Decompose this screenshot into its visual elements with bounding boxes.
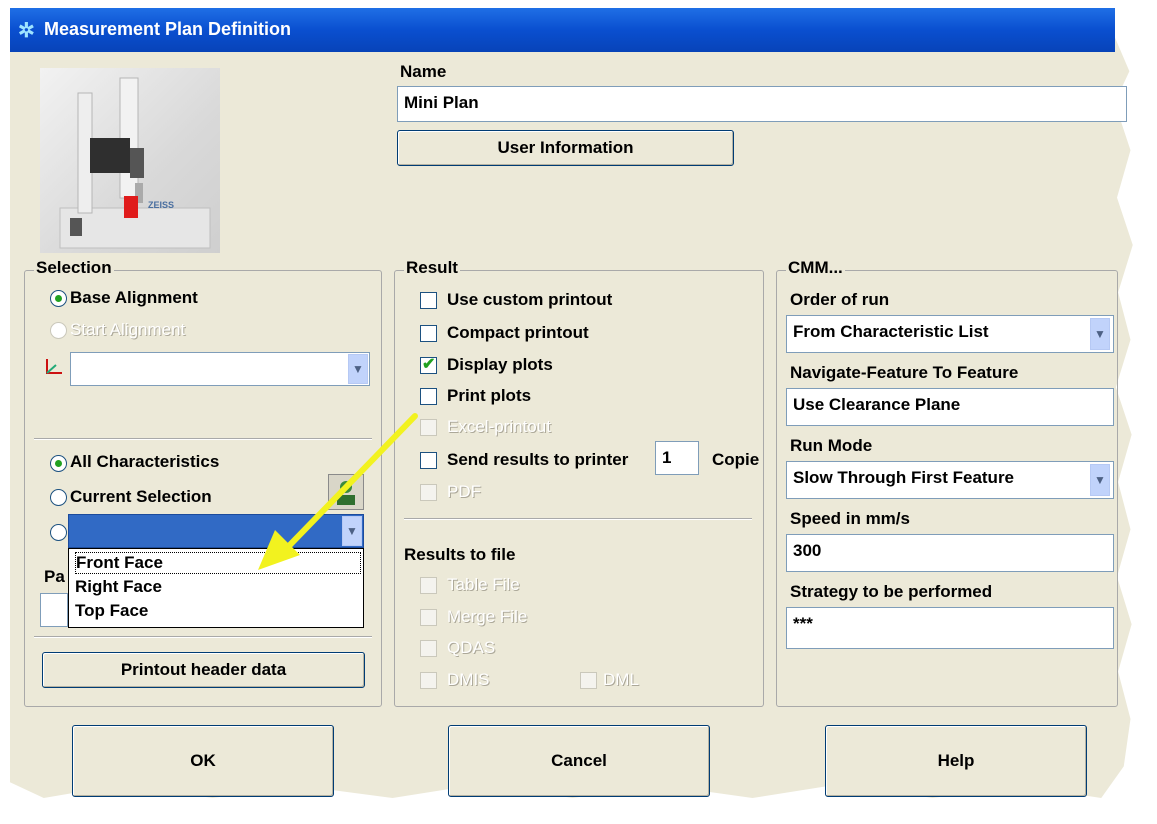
qdas-label: QDAS	[447, 638, 496, 657]
svg-text:ZEISS: ZEISS	[148, 200, 174, 210]
selection-divider	[34, 438, 372, 440]
copies-input[interactable]: 1	[655, 441, 699, 475]
name-input[interactable]: Mini Plan	[397, 86, 1127, 122]
dml-label: DML	[603, 670, 639, 689]
all-characteristics-radio[interactable]	[50, 455, 67, 472]
qdas-checkbox[interactable]	[420, 640, 437, 657]
display-plots-checkbox[interactable]: ✔	[420, 356, 437, 374]
use-custom-printout-checkbox[interactable]	[420, 292, 437, 309]
cmm-group-label: CMM...	[786, 258, 845, 278]
all-characteristics-label: All Characteristics	[70, 452, 220, 471]
pdf-checkbox[interactable]	[420, 484, 437, 501]
print-plots-label: Print plots	[447, 386, 532, 405]
order-of-run-select[interactable]: From Characteristic List	[786, 315, 1114, 353]
order-of-run-label: Order of run	[790, 290, 890, 309]
pdf-label: PDF	[447, 482, 481, 501]
chevron-down-icon[interactable]: ▼	[1090, 318, 1110, 350]
title-bar: ✲ Measurement Plan Definition	[10, 8, 1115, 52]
base-alignment-radio[interactable]	[50, 290, 67, 307]
merge-file-checkbox[interactable]	[420, 609, 437, 626]
selection-group-label: Selection	[34, 258, 114, 278]
send-results-checkbox[interactable]	[420, 452, 437, 469]
cancel-button[interactable]: Cancel	[448, 725, 710, 797]
coordinate-system-icon	[44, 356, 64, 376]
copies-label: Copie	[712, 450, 760, 469]
window-title: Measurement Plan Definition	[44, 19, 292, 39]
user-select-icon[interactable]	[328, 474, 364, 510]
help-button[interactable]: Help	[825, 725, 1087, 797]
compact-printout-checkbox[interactable]	[420, 325, 437, 342]
alignment-select[interactable]	[70, 352, 370, 386]
start-alignment-radio[interactable]	[50, 322, 67, 339]
run-mode-label: Run Mode	[790, 436, 873, 455]
ok-button[interactable]: OK	[72, 725, 334, 797]
result-group-label: Result	[404, 258, 460, 278]
print-plots-checkbox[interactable]	[420, 388, 437, 405]
table-file-label: Table File	[447, 575, 520, 594]
speed-input[interactable]: 300	[786, 534, 1114, 572]
navigate-label: Navigate-Feature To Feature	[790, 363, 1019, 382]
strategy-label: Strategy to be performed	[790, 582, 993, 601]
printout-header-data-button[interactable]: Printout header data	[42, 652, 365, 688]
app-icon: ✲	[18, 20, 35, 42]
display-plots-label: Display plots	[447, 355, 553, 374]
send-results-label: Send results to printer	[447, 450, 629, 469]
dropdown-option-right-face[interactable]: Right Face	[75, 577, 162, 597]
result-divider	[404, 518, 752, 520]
cmm-machine-image: ZEISS	[40, 68, 220, 253]
dropdown-list: Front Face Right Face Top Face	[68, 548, 364, 628]
partial-field[interactable]	[40, 593, 68, 627]
dml-checkbox[interactable]	[580, 672, 597, 689]
dropdown-option-top-face[interactable]: Top Face	[75, 601, 148, 621]
start-alignment-label: Start Alignment	[70, 320, 186, 339]
chevron-down-icon[interactable]: ▼	[342, 516, 362, 546]
dmis-label: DMIS	[447, 670, 490, 689]
chevron-down-icon[interactable]: ▼	[348, 354, 368, 384]
excel-printout-label: Excel-printout	[447, 417, 551, 436]
chevron-down-icon[interactable]: ▼	[1090, 464, 1110, 496]
dmis-checkbox[interactable]	[420, 672, 437, 689]
selection-divider-2	[34, 636, 372, 638]
dropdown-option-front-face[interactable]: Front Face	[75, 552, 361, 574]
excel-printout-checkbox[interactable]	[420, 419, 437, 436]
run-mode-select[interactable]: Slow Through First Feature	[786, 461, 1114, 499]
compact-printout-label: Compact printout	[447, 323, 589, 342]
name-label: Name	[400, 62, 447, 81]
speed-label: Speed in mm/s	[790, 509, 910, 528]
partial-label: Pa	[44, 567, 65, 586]
use-custom-printout-label: Use custom printout	[447, 290, 613, 309]
user-information-button[interactable]: User Information	[397, 130, 734, 166]
strategy-input[interactable]: ***	[786, 607, 1114, 649]
current-selection-label: Current Selection	[70, 487, 212, 506]
base-alignment-label: Base Alignment	[70, 288, 198, 307]
current-selection-radio[interactable]	[50, 489, 67, 506]
results-to-file-label: Results to file	[404, 545, 516, 564]
table-file-checkbox[interactable]	[420, 577, 437, 594]
group-radio[interactable]	[50, 524, 67, 541]
navigate-select[interactable]: Use Clearance Plane	[786, 388, 1114, 426]
group-dropdown[interactable]	[68, 514, 364, 548]
merge-file-label: Merge File	[447, 607, 528, 626]
